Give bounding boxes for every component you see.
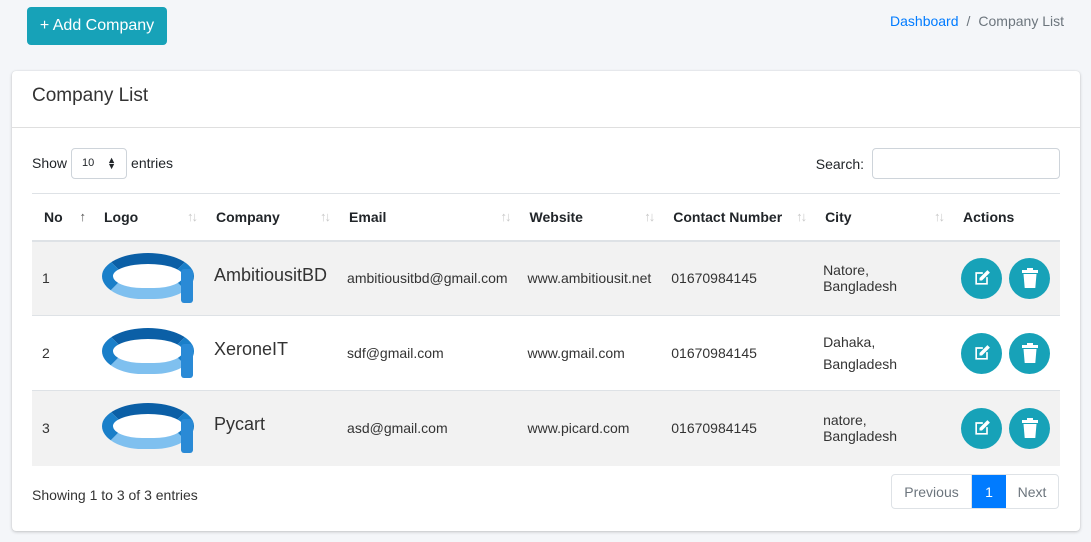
edit-button[interactable]: [961, 332, 1002, 374]
breadcrumb-separator: /: [966, 13, 971, 29]
breadcrumb: Dashboard / Company List: [890, 13, 1064, 29]
col-company[interactable]: Company ↑↓: [203, 193, 338, 242]
cell-city: natore, Bangladesh: [813, 390, 951, 466]
sort-asc-icon: ↑: [79, 209, 85, 224]
cell-email: sdf@gmail.com: [337, 315, 518, 391]
add-company-button[interactable]: + Add Company: [27, 7, 167, 45]
cell-logo: [91, 315, 204, 391]
trash-icon: [1021, 343, 1038, 363]
cell-website: www.ambitiousit.net: [517, 240, 662, 316]
next-button[interactable]: Next: [1006, 475, 1058, 508]
cell-company: XeroneIT: [203, 315, 338, 391]
cell-company: Pycart: [203, 390, 338, 466]
trash-icon: [1021, 268, 1038, 289]
cell-no: 3: [32, 390, 92, 466]
cell-logo: [91, 240, 204, 316]
search-input[interactable]: [872, 148, 1060, 179]
table-row: 3 Pycart asd@gmail.com www.picard.com 01…: [32, 390, 1060, 466]
col-contact[interactable]: Contact Number ↑↓: [661, 193, 814, 242]
edit-button[interactable]: [961, 257, 1002, 299]
edit-icon: [974, 345, 990, 360]
cell-actions: [951, 390, 1060, 466]
delete-button[interactable]: [1009, 332, 1050, 374]
company-logo: [101, 401, 194, 455]
col-no[interactable]: No ↑: [32, 193, 92, 242]
table-controls: Show 10 ▲ ▼ entries Search:: [32, 147, 1060, 180]
sort-arrows-icon: ↑↓: [934, 209, 945, 224]
cell-contact: 01670984145: [661, 240, 814, 316]
entries-select[interactable]: 10 ▲ ▼: [71, 147, 128, 179]
delete-button[interactable]: [1009, 407, 1050, 449]
cell-city: Natore, Bangladesh: [813, 240, 951, 316]
company-list-card: Company List Show 10 ▲ ▼ entries Search: …: [12, 71, 1080, 531]
col-email[interactable]: Email ↑↓: [337, 193, 518, 242]
page-1-button[interactable]: 1: [972, 475, 1006, 508]
table-row: 1 AmbitiousitBD ambitiousitbd@gmail.com …: [32, 240, 1060, 316]
show-label: Show: [32, 155, 68, 171]
cell-actions: [951, 240, 1060, 316]
company-table: No ↑ Logo ↑↓ Company ↑↓ Email ↑↓ Website ↑↓ C…: [32, 193, 1060, 466]
cell-website: www.picard.com: [517, 390, 662, 466]
sort-arrows-icon: ↑↓: [644, 209, 655, 224]
sort-arrows-icon: ↑↓: [320, 209, 331, 224]
previous-button[interactable]: Previous: [892, 475, 972, 508]
search-label: Search:: [815, 155, 864, 172]
cell-email: asd@gmail.com: [337, 390, 518, 466]
col-website[interactable]: Website ↑↓: [517, 193, 662, 242]
cell-logo: [91, 390, 204, 466]
sort-arrows-icon: ↑↓: [186, 209, 198, 224]
col-city[interactable]: City ↑↓: [813, 193, 951, 242]
entries-label: entries: [131, 155, 174, 171]
delete-button[interactable]: [1009, 257, 1050, 299]
cell-no: 1: [32, 240, 92, 316]
company-logo: [101, 251, 194, 305]
cell-company: AmbitiousitBD: [203, 240, 338, 316]
col-logo[interactable]: Logo ↑↓: [91, 193, 204, 242]
edit-icon: [974, 270, 990, 285]
cell-email: ambitiousitbd@gmail.com: [337, 240, 518, 316]
cell-website: www.gmail.com: [517, 315, 662, 391]
breadcrumb-dashboard-link[interactable]: Dashboard: [890, 13, 959, 29]
table-row: 2 XeroneIT sdf@gmail.com www.gmail.com 0…: [32, 315, 1060, 391]
sort-arrows-icon: ↑↓: [500, 209, 512, 224]
sort-arrows-icon: ↑↓: [796, 209, 807, 224]
pagination: Previous 1 Next: [891, 474, 1059, 509]
search-control: Search:: [816, 148, 1060, 179]
table-header-row: No ↑ Logo ↑↓ Company ↑↓ Email ↑↓ Website ↑↓ C…: [32, 193, 1060, 242]
trash-icon: [1021, 418, 1038, 439]
breadcrumb-current: Company List: [978, 13, 1064, 29]
cell-contact: 01670984145: [661, 315, 814, 391]
cell-actions: [951, 315, 1060, 391]
table-info: Showing 1 to 3 of 3 entries: [32, 487, 198, 503]
card-title: Company List: [12, 71, 1080, 128]
cell-city: Dahaka, Bangladesh: [813, 315, 951, 391]
entries-length-control: Show 10 ▲ ▼ entries: [32, 147, 174, 179]
cell-no: 2: [32, 315, 92, 391]
company-logo: [101, 326, 194, 380]
col-actions: Actions: [951, 193, 1060, 242]
edit-button[interactable]: [961, 407, 1002, 449]
select-arrows-icon: ▲ ▼: [107, 155, 117, 171]
cell-contact: 01670984145: [661, 390, 814, 466]
entries-select-value: 10: [82, 157, 95, 169]
edit-icon: [974, 420, 990, 435]
